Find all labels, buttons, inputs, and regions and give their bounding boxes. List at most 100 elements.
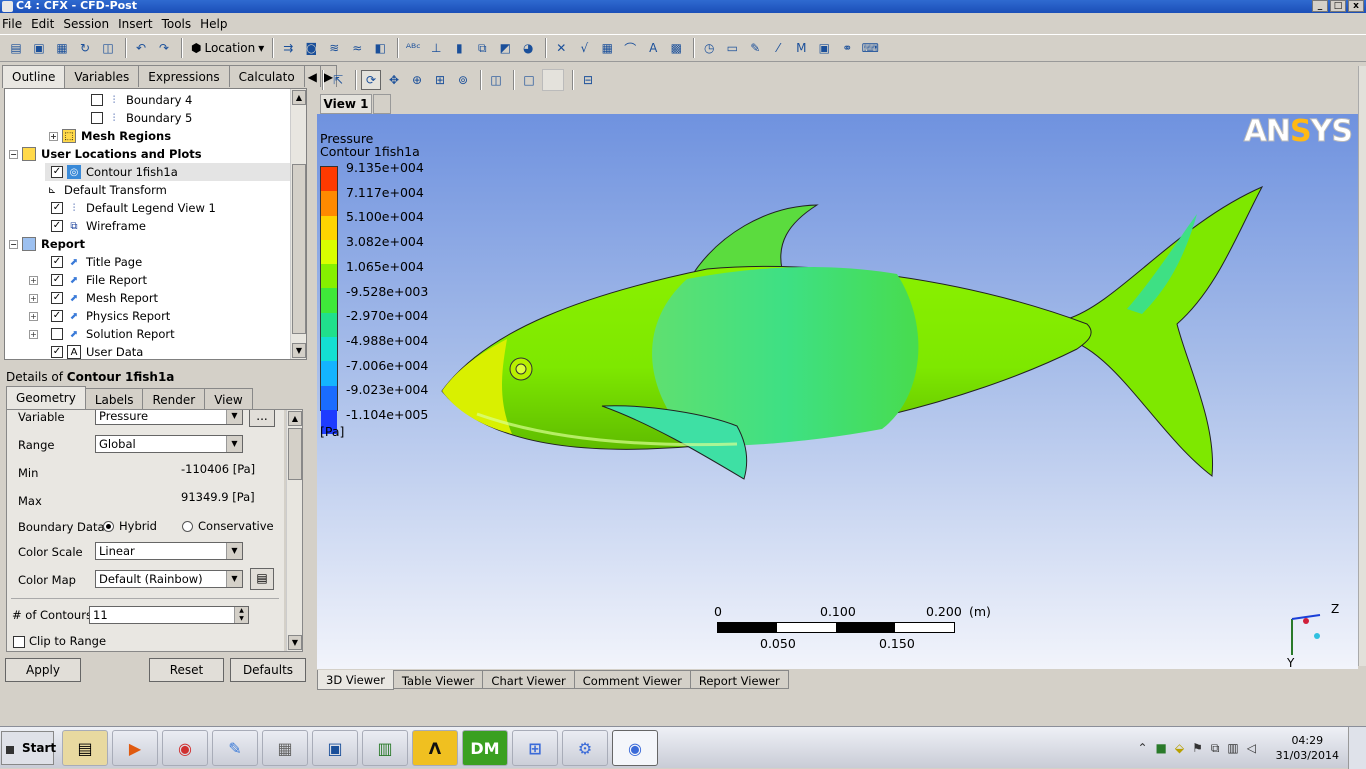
details-scrollbar[interactable]: ▲ ▼ <box>286 410 302 651</box>
viewer-options-icon[interactable]: ⊟ <box>578 70 598 90</box>
particle-track-icon[interactable]: ≈ <box>347 38 367 58</box>
expand-icon[interactable]: + <box>29 329 38 339</box>
location-dropdown[interactable]: ⬢ Location ▾ <box>187 37 268 59</box>
checkbox-checked[interactable]: ✓ <box>51 292 63 304</box>
variable-icon[interactable]: ✕ <box>551 38 571 58</box>
zoom-box-icon[interactable]: ⊞ <box>430 70 450 90</box>
tray-expand-icon[interactable]: ⌃ <box>1137 741 1147 756</box>
remote-desktop-icon[interactable]: ▣ <box>312 730 358 766</box>
new-icon[interactable]: ▤ <box>6 38 26 58</box>
legend-icon[interactable]: ▮ <box>449 38 469 58</box>
select-icon[interactable]: ⇱ <box>328 70 348 90</box>
color-map-select[interactable]: Default (Rainbow) ▼ <box>95 570 243 588</box>
maximize-button[interactable]: □ <box>1330 0 1346 12</box>
tray-volume-icon[interactable]: ◁ <box>1247 741 1256 756</box>
calculator-icon[interactable]: ▦ <box>262 730 308 766</box>
fit-view-icon[interactable]: ◫ <box>486 70 506 90</box>
tab-chart-viewer[interactable]: Chart Viewer <box>482 670 575 689</box>
zoom-fit-icon[interactable]: ⊚ <box>453 70 473 90</box>
volume-render-icon[interactable]: ◧ <box>370 38 390 58</box>
defaults-button[interactable]: Defaults <box>230 658 306 682</box>
tab-view[interactable]: View <box>204 388 253 409</box>
save-state-icon[interactable]: ▦ <box>52 38 72 58</box>
table-icon[interactable]: ▦ <box>597 38 617 58</box>
tab-render[interactable]: Render <box>142 388 206 409</box>
tab-expressions[interactable]: Expressions <box>138 65 230 87</box>
spinner-icon[interactable]: ▲ ▼ <box>234 607 248 623</box>
scrollbar-thumb[interactable] <box>288 428 302 480</box>
tray-security-icon[interactable]: ⬙ <box>1175 741 1184 756</box>
tree-item-mesh-report[interactable]: + ✓ ⬈ Mesh Report <box>29 289 158 307</box>
hybrid-option[interactable]: Hybrid <box>103 519 157 533</box>
tab-geometry[interactable]: Geometry <box>6 386 86 409</box>
tree-item-title-page[interactable]: ✓ ⬈ Title Page <box>51 253 142 271</box>
tray-app-icon[interactable]: ■ <box>1156 741 1167 756</box>
tree-item-user-data[interactable]: ✓ A User Data <box>51 343 143 359</box>
checkbox[interactable] <box>91 94 103 106</box>
tab-3d-viewer[interactable]: 3D Viewer <box>317 670 394 690</box>
tray-flag-icon[interactable]: ⚑ <box>1192 741 1203 756</box>
tab-report-viewer[interactable]: Report Viewer <box>689 670 789 689</box>
tray-network-icon[interactable]: ▥ <box>1227 741 1238 756</box>
3d-viewport[interactable]: Pressure Contour 1fish1a 9.135e+004 7.117… <box>317 114 1358 669</box>
start-button[interactable]: Start <box>1 731 56 765</box>
tab-outline[interactable]: Outline <box>2 65 66 88</box>
expression-icon[interactable]: √ <box>574 38 594 58</box>
checkbox-checked[interactable]: ✓ <box>51 220 63 232</box>
checkbox[interactable] <box>91 112 103 124</box>
clip-to-range-option[interactable]: Clip to Range <box>13 634 106 648</box>
reset-button[interactable]: Reset <box>149 658 224 682</box>
scrollbar-thumb[interactable] <box>292 164 306 334</box>
ansys-workbench-icon[interactable]: Λ <box>412 730 458 766</box>
scroll-up-icon[interactable]: ▲ <box>288 411 302 426</box>
expand-icon[interactable]: + <box>29 275 38 285</box>
cfx-solver-icon[interactable]: ⚙ <box>562 730 608 766</box>
menu-file[interactable]: File <box>0 14 29 33</box>
expand-icon[interactable]: + <box>49 131 58 141</box>
tab-table-viewer[interactable]: Table Viewer <box>392 670 484 689</box>
clip-plane-icon[interactable]: ◩ <box>495 38 515 58</box>
pan-icon[interactable]: ✥ <box>384 70 404 90</box>
viewport-layout-icon[interactable]: □ <box>519 70 539 90</box>
case-comparison-icon[interactable]: ⚭ <box>837 38 857 58</box>
comment-icon[interactable]: A <box>643 38 663 58</box>
expand-icon[interactable]: + <box>29 311 38 321</box>
tree-item-physics-report[interactable]: + ✓ ⬈ Physics Report <box>29 307 170 325</box>
checkbox-checked[interactable]: ✓ <box>51 310 63 322</box>
range-select[interactable]: Global ▼ <box>95 435 243 453</box>
viewport-layout-dropdown[interactable] <box>542 69 564 91</box>
undo-icon[interactable]: ↶ <box>131 38 151 58</box>
expand-icon[interactable]: + <box>29 293 38 303</box>
function-calculator-icon[interactable]: M <box>791 38 811 58</box>
variable-browse-button[interactable]: ... <box>249 410 275 427</box>
menu-insert[interactable]: Insert <box>116 14 159 33</box>
menu-tools[interactable]: Tools <box>160 14 199 33</box>
cfd-post-icon[interactable]: ◉ <box>612 730 658 766</box>
tab-calculators[interactable]: Calculato <box>228 65 305 87</box>
tree-item-default-transform[interactable]: ⊾ Default Transform <box>45 181 167 199</box>
redo-icon[interactable]: ↷ <box>154 38 174 58</box>
contour-icon[interactable]: ◙ <box>301 38 321 58</box>
media-player-icon[interactable]: ▶ <box>112 730 158 766</box>
close-button[interactable]: x <box>1348 0 1364 12</box>
chart-icon[interactable]: ⌒ <box>620 38 640 58</box>
checkbox-checked[interactable]: ✓ <box>51 274 63 286</box>
menu-session[interactable]: Session <box>61 14 116 33</box>
tree-scrollbar[interactable]: ▲ ▼ <box>290 89 306 359</box>
tree-item-report[interactable]: − Report <box>9 235 85 253</box>
tab-view-1[interactable]: View 1 <box>320 94 372 114</box>
zoom-icon[interactable]: ⊕ <box>407 70 427 90</box>
clock[interactable]: 04:29 31/03/2014 <box>1276 733 1339 763</box>
checkbox[interactable] <box>13 635 25 648</box>
variable-select[interactable]: Pressure ▼ <box>95 410 243 425</box>
open-icon[interactable]: ▣ <box>29 38 49 58</box>
show-desktop-button[interactable] <box>1348 727 1366 769</box>
meshing-icon[interactable]: ⊞ <box>512 730 558 766</box>
coordinate-frame-icon[interactable]: ⊥ <box>426 38 446 58</box>
tab-variables[interactable]: Variables <box>64 65 140 87</box>
probe-icon[interactable]: ⁄ <box>768 38 788 58</box>
tree-item-wireframe[interactable]: ✓ ⧉ Wireframe <box>51 217 146 235</box>
scroll-down-icon[interactable]: ▼ <box>292 343 306 358</box>
scroll-up-icon[interactable]: ▲ <box>292 90 306 105</box>
new-view-tab[interactable] <box>373 94 391 114</box>
